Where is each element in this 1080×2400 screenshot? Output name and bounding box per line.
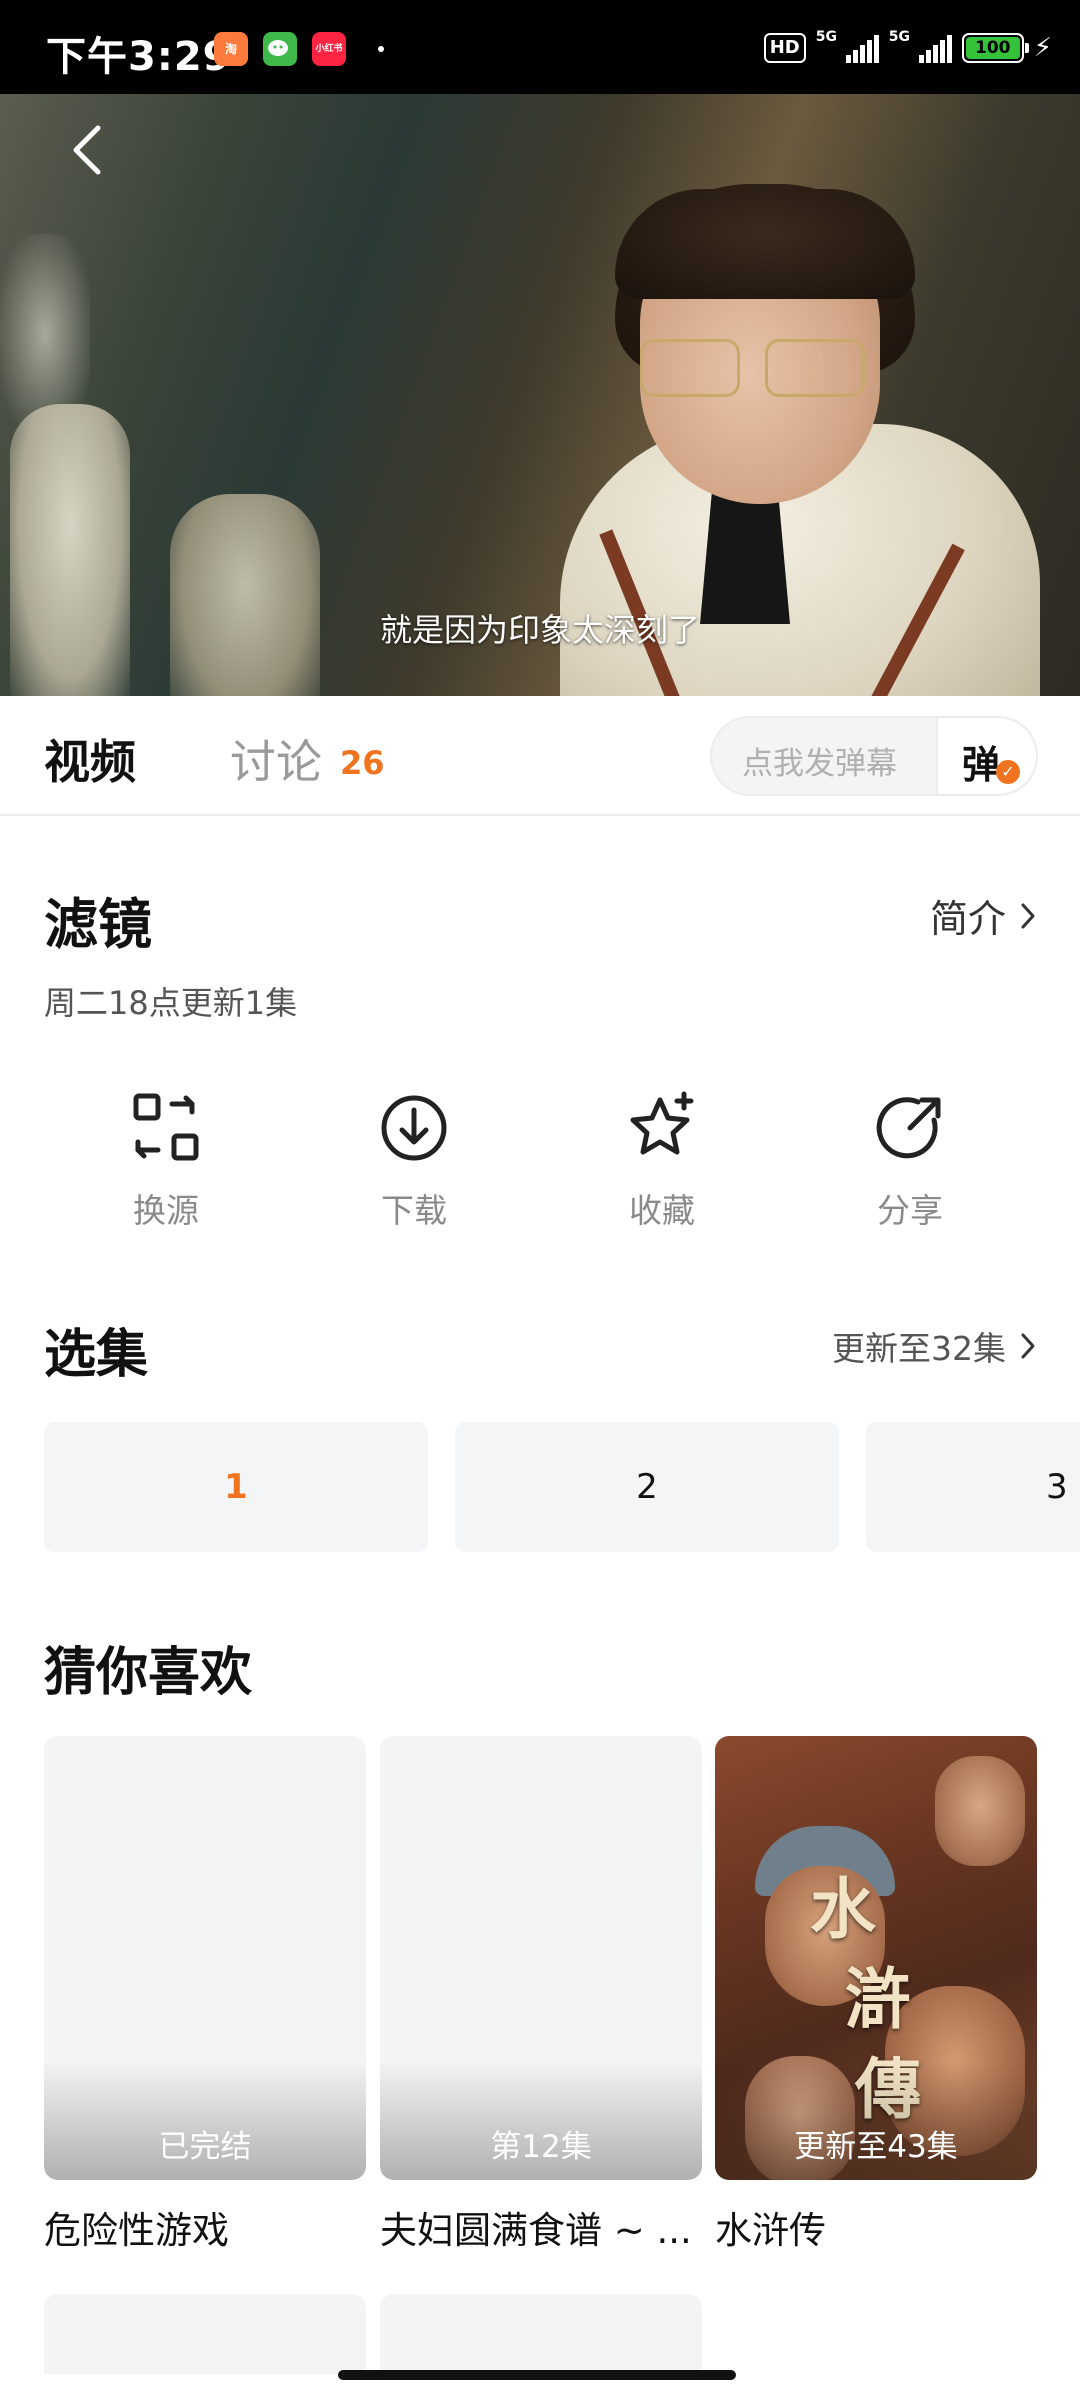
- recommend-name: 水浒传: [715, 2209, 826, 2252]
- share-label: 分享: [877, 1191, 943, 1230]
- tab-video[interactable]: 视频: [44, 726, 136, 792]
- danmaku-input[interactable]: 点我发弹幕: [742, 738, 897, 783]
- charging-icon: ⚡: [1033, 33, 1052, 63]
- recommend-card[interactable]: [44, 2294, 366, 2374]
- poster-image: 第12集: [380, 1736, 702, 2180]
- status-indicators: HD 5G 5G 100 ⚡: [763, 28, 1052, 68]
- battery-level: 100: [965, 37, 1020, 59]
- recommend-list-next-row: [44, 2294, 1080, 2374]
- danmaku-input-box[interactable]: 点我发弹幕 弹 ✓: [710, 716, 1038, 796]
- video-subtitle: 就是因为印象太深刻了: [379, 611, 700, 649]
- notification-dot: [378, 46, 384, 52]
- tab-discuss[interactable]: 讨论: [230, 726, 322, 792]
- recommend-card[interactable]: 水 滸 傳 更新至43集 水浒传: [715, 1736, 1037, 2254]
- recommend-name: 危险性游戏: [44, 2209, 229, 2252]
- recommend-title: 猜你喜欢: [44, 1643, 253, 1703]
- danmaku-toggle-button[interactable]: 弹 ✓: [936, 718, 1036, 794]
- poster-calligraphy: 水: [810, 1870, 876, 1948]
- episode-list: 1 2 3: [44, 1422, 1080, 1552]
- recommend-card[interactable]: 已完结 危险性游戏: [44, 1736, 366, 2254]
- recommend-card[interactable]: 第12集 夫妇圆满食谱 ~ ...: [380, 1736, 702, 2254]
- download-label: 下载: [381, 1191, 447, 1230]
- episodes-more-label: 更新至32集: [832, 1329, 1006, 1368]
- danmaku-on-check-icon: ✓: [996, 760, 1020, 784]
- poster-image: 已完结: [44, 1736, 366, 2180]
- danmaku-toggle-label: 弹: [962, 743, 1001, 787]
- episode-status-badge: 已完结: [158, 2129, 252, 2165]
- poster-calligraphy: 滸: [845, 1960, 911, 2038]
- episode-status-badge: 第12集: [490, 2129, 592, 2165]
- episode-item[interactable]: 1: [44, 1422, 428, 1552]
- home-indicator[interactable]: [338, 2370, 736, 2380]
- intro-label: 简介: [929, 897, 1006, 941]
- episode-item[interactable]: 3: [866, 1422, 1080, 1552]
- share-button[interactable]: 分享: [810, 1090, 1010, 1232]
- recommend-card[interactable]: [380, 2294, 702, 2374]
- back-arrow-icon[interactable]: [68, 120, 108, 180]
- favorite-button[interactable]: 收藏: [562, 1090, 762, 1232]
- favorite-label: 收藏: [629, 1191, 695, 1230]
- chevron-right-icon: [1021, 903, 1035, 928]
- chevron-right-icon: [1021, 1333, 1035, 1359]
- poster-image: 水 滸 傳 更新至43集: [715, 1736, 1037, 2180]
- recommend-name: 夫妇圆满食谱 ~ ...: [380, 2209, 692, 2252]
- update-schedule: 周二18点更新1集: [44, 984, 298, 1022]
- recommend-list: 已完结 危险性游戏 第12集 夫妇圆满食谱 ~ ... 水 滸 傳 更新至43集…: [44, 1736, 1080, 2256]
- taobao-icon: 淘: [214, 32, 248, 66]
- action-bar: 换源 下载 收藏 分享: [0, 1090, 1080, 1240]
- episode-status-badge: 更新至43集: [794, 2129, 958, 2165]
- show-title: 滤镜: [44, 893, 152, 956]
- download-icon: [381, 1095, 447, 1161]
- download-button[interactable]: 下载: [314, 1090, 514, 1232]
- battery-icon: 100: [961, 33, 1029, 63]
- signal-icon-1: 5G: [816, 29, 879, 63]
- switch-source-icon: [133, 1093, 199, 1161]
- tab-bar: 视频 讨论 26 点我发弹幕 弹 ✓: [0, 696, 1080, 816]
- status-time: 下午3:29: [46, 34, 232, 80]
- switch-source-label: 换源: [133, 1191, 199, 1230]
- discuss-count-badge[interactable]: 26: [340, 744, 385, 782]
- favorite-star-icon: [630, 1091, 694, 1155]
- episodes-title: 选集: [44, 1325, 149, 1385]
- intro-link[interactable]: 简介: [930, 888, 1036, 943]
- episodes-more-link[interactable]: 更新至32集: [832, 1322, 1036, 1370]
- status-bar: 下午3:29 淘 小红书 HD 5G 5G 100 ⚡: [0, 0, 1080, 94]
- wechat-icon: [263, 32, 297, 66]
- episode-item[interactable]: 2: [455, 1422, 839, 1552]
- switch-source-button[interactable]: 换源: [66, 1090, 266, 1232]
- signal-icon-2: 5G: [889, 29, 952, 63]
- rednote-icon: 小红书: [312, 32, 346, 66]
- share-icon: [876, 1097, 941, 1159]
- hd-voice-icon: HD: [763, 33, 806, 63]
